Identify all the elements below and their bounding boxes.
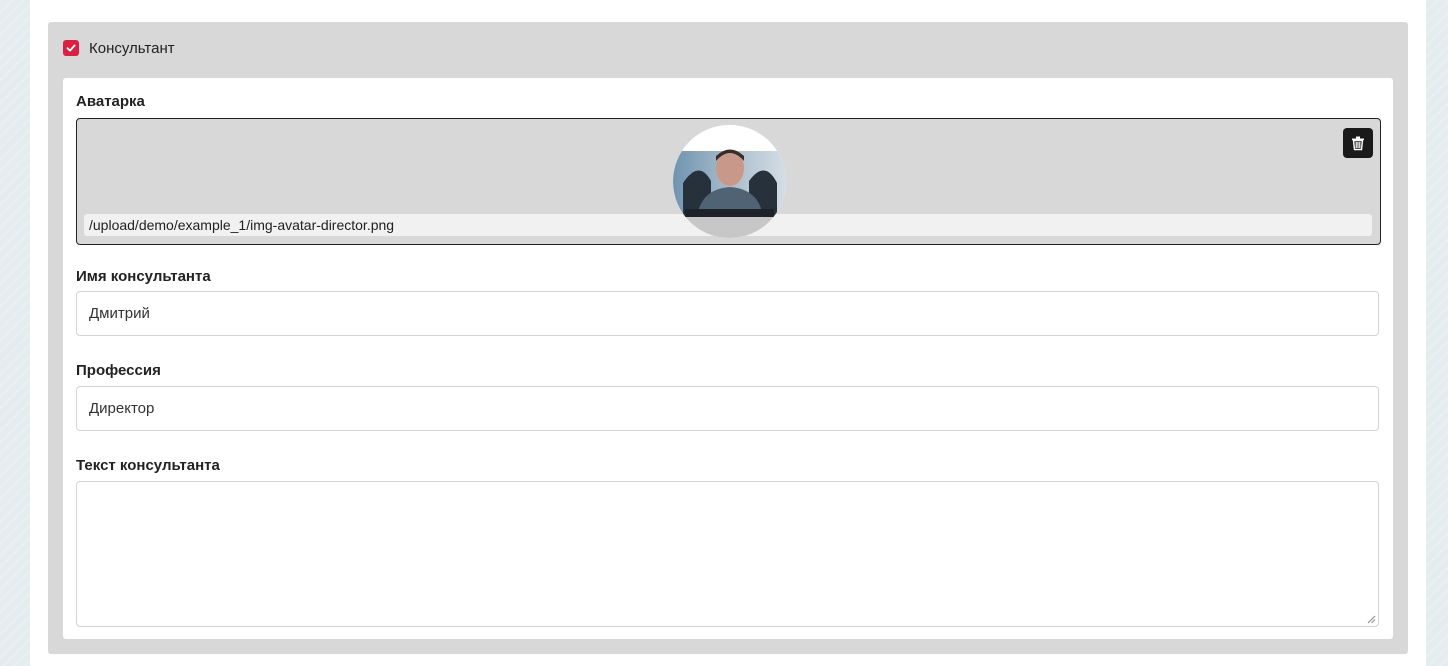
resize-grip-icon[interactable] xyxy=(1366,614,1376,624)
consultant-text-area[interactable] xyxy=(76,481,1379,627)
consultant-card: Аватарка /upload/demo/example_1/img-avat… xyxy=(63,78,1393,639)
avatar-upload-box[interactable]: /upload/demo/example_1/img-avatar-direct… xyxy=(76,118,1381,245)
profession-label: Профессия xyxy=(76,362,161,379)
name-input[interactable]: Дмитрий xyxy=(76,291,1379,336)
consultant-checkbox[interactable] xyxy=(63,40,79,56)
page: Консультант Аватарка /upload/demo/exampl… xyxy=(30,0,1426,666)
text-label: Текст консультанта xyxy=(76,457,220,474)
profession-input[interactable]: Директор xyxy=(76,386,1379,431)
avatar-label: Аватарка xyxy=(76,93,145,110)
avatar-path-text: /upload/demo/example_1/img-avatar-direct… xyxy=(89,217,395,233)
section-title: Консультант xyxy=(89,39,175,57)
section-header: Консультант xyxy=(63,38,175,58)
consultant-section: Консультант Аватарка /upload/demo/exampl… xyxy=(48,22,1408,654)
checkmark-icon xyxy=(66,44,76,52)
delete-avatar-button[interactable] xyxy=(1343,128,1373,158)
avatar-photo xyxy=(673,125,786,238)
trash-icon xyxy=(1352,136,1364,151)
avatar-image xyxy=(673,125,786,238)
name-label: Имя консультанта xyxy=(76,268,211,285)
